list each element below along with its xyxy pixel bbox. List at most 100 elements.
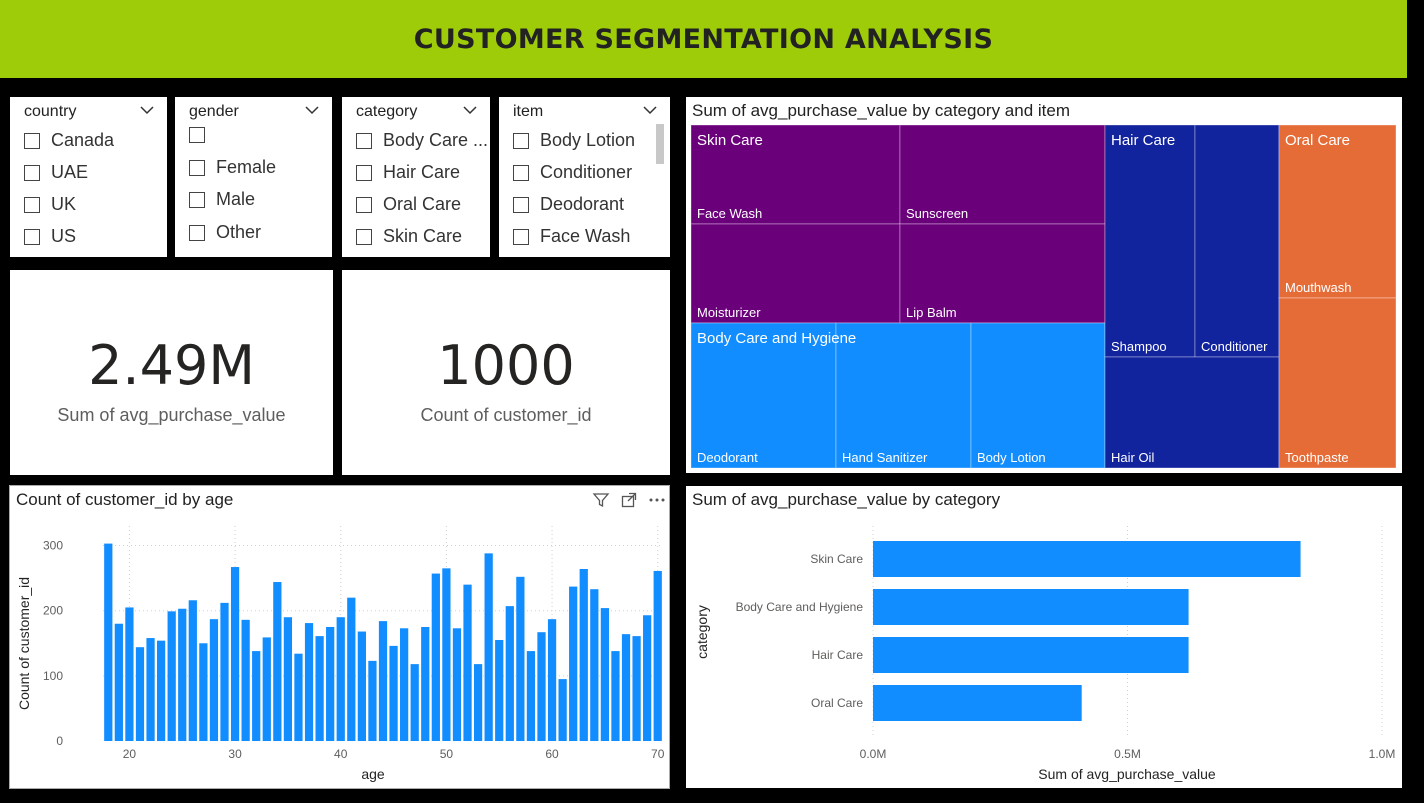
bar [442,568,451,741]
bar [421,626,430,741]
checkbox[interactable] [356,132,372,149]
slicer-option-hair-care[interactable]: Hair Care [356,162,460,183]
slicer-option-blank[interactable] [189,127,216,143]
slicer-category-title: category [356,103,418,120]
category-chart-visual[interactable]: Sum of avg_purchase_value by category Sk… [686,486,1402,788]
treemap-item-label: Hand Sanitizer [842,450,928,465]
x-tick-label: 60 [545,747,559,761]
bar [611,651,620,741]
bar [368,660,377,741]
bar [537,632,546,741]
bar [378,621,388,741]
checkbox[interactable] [189,224,205,241]
slicer-option-oral-care[interactable]: Oral Care [356,194,461,215]
chevron-down-icon[interactable] [643,105,657,115]
bar [304,623,314,741]
bar [283,617,293,741]
slicer-gender[interactable]: gender Female Male Other [175,97,332,257]
slicer-option-male[interactable]: Male [189,189,255,210]
checkbox[interactable] [24,132,40,149]
checkbox[interactable] [513,164,529,181]
checkbox[interactable] [356,228,372,245]
category-bar-chart[interactable]: Skin Care Body Care and Hygiene Hair Care O… [686,486,1402,788]
bar-body-care-and-hygiene [873,589,1189,625]
chevron-down-icon[interactable] [463,105,477,115]
checkbox[interactable] [189,159,205,176]
age-chart-visual[interactable]: Count of customer_id by age 0 100 200 300 20… [9,485,670,789]
treemap-item-label: Sunscreen [906,206,968,221]
slicer-gender-title: gender [189,103,239,120]
bar [653,570,662,741]
x-tick-label: 40 [334,747,348,761]
slicer-scrollbar[interactable] [656,124,664,164]
slicer-option-face-wash[interactable]: Face Wash [513,226,630,247]
slicer-option-female[interactable]: Female [189,157,276,178]
checkbox[interactable] [356,196,372,213]
y-tick-label: 200 [43,604,63,618]
bar [526,651,536,741]
kpi-value: 2.49M [88,334,255,397]
dashboard-title: CUSTOMER SEGMENTATION ANALYSIS [413,23,994,55]
checkbox[interactable] [24,196,40,213]
bar [326,626,335,741]
slicer-option-uae[interactable]: UAE [24,162,88,183]
checkbox[interactable] [24,164,40,181]
checkbox[interactable] [189,127,205,143]
slicer-option-canada[interactable]: Canada [24,130,114,151]
bar [495,640,504,741]
bar [473,664,483,741]
checkbox[interactable] [24,228,40,245]
category-label: Body Care and Hygiene [736,600,864,614]
bar [400,628,409,741]
bar [621,634,631,741]
kpi-label: Count of customer_id [420,405,592,425]
y-tick-label: 0 [56,734,63,748]
bar [104,543,113,741]
slicer-option-body-lotion[interactable]: Body Lotion [513,130,635,151]
bar [336,617,345,741]
age-bar-chart[interactable]: 010020030020 30 40 50 60 70ageCount of custom… [10,486,669,788]
bar [389,645,398,741]
treemap-item-label: Face Wash [697,206,762,221]
slicer-option-deodorant[interactable]: Deodorant [513,194,624,215]
bar [484,553,493,741]
slicer-country[interactable]: country Canada UAE UK US [10,97,167,257]
treemap-group-body-care-and-hygiene: Deodorant Hand Sanitizer Body Lotion Body C… [690,322,1106,469]
treemap-item-label: Moisturizer [697,305,761,320]
slicer-item-title: item [513,103,544,120]
slicer-category[interactable]: category Body Care ... Hair Care Oral Ca… [342,97,490,257]
chevron-down-icon[interactable] [305,105,319,115]
bar [209,619,219,741]
slicer-option-conditioner[interactable]: Conditioner [513,162,632,183]
checkbox[interactable] [513,132,529,149]
checkbox[interactable] [189,191,205,208]
y-axis-title: Count of customer_id [16,577,32,710]
bar [167,611,176,741]
slicer-option-skin-care[interactable]: Skin Care [356,226,462,247]
x-axis-title: Sum of avg_purchase_value [1038,766,1216,782]
checkbox[interactable] [513,196,529,213]
bar [315,636,324,741]
bar [600,608,610,741]
bar [178,608,187,741]
bar [135,647,145,741]
treemap-visual[interactable]: Sum of avg_purchase_value by category an… [686,97,1402,473]
x-tick-label: 70 [651,747,665,761]
bar [579,569,588,741]
slicer-option-us[interactable]: US [24,226,76,247]
checkbox[interactable] [513,228,529,245]
checkbox[interactable] [356,164,372,181]
treemap-category-label: Hair Care [1111,132,1175,149]
slicer-option-uk[interactable]: UK [24,194,76,215]
treemap-tile-shampoo [1104,124,1196,358]
treemap-chart[interactable]: Face Wash Sunscreen Moisturizer Lip Balm Ski… [686,97,1402,473]
bar [199,643,208,741]
bar [410,664,419,741]
bar [547,619,557,741]
kpi-card-purchase: 2.49M Sum of avg_purchase_value [10,270,333,475]
chevron-down-icon[interactable] [140,105,154,115]
slicer-item[interactable]: item Body Lotion Conditioner Deodorant F… [499,97,670,257]
slicer-option-other[interactable]: Other [189,222,261,243]
slicer-option-body-care[interactable]: Body Care ... [356,130,488,151]
bar [516,576,525,741]
